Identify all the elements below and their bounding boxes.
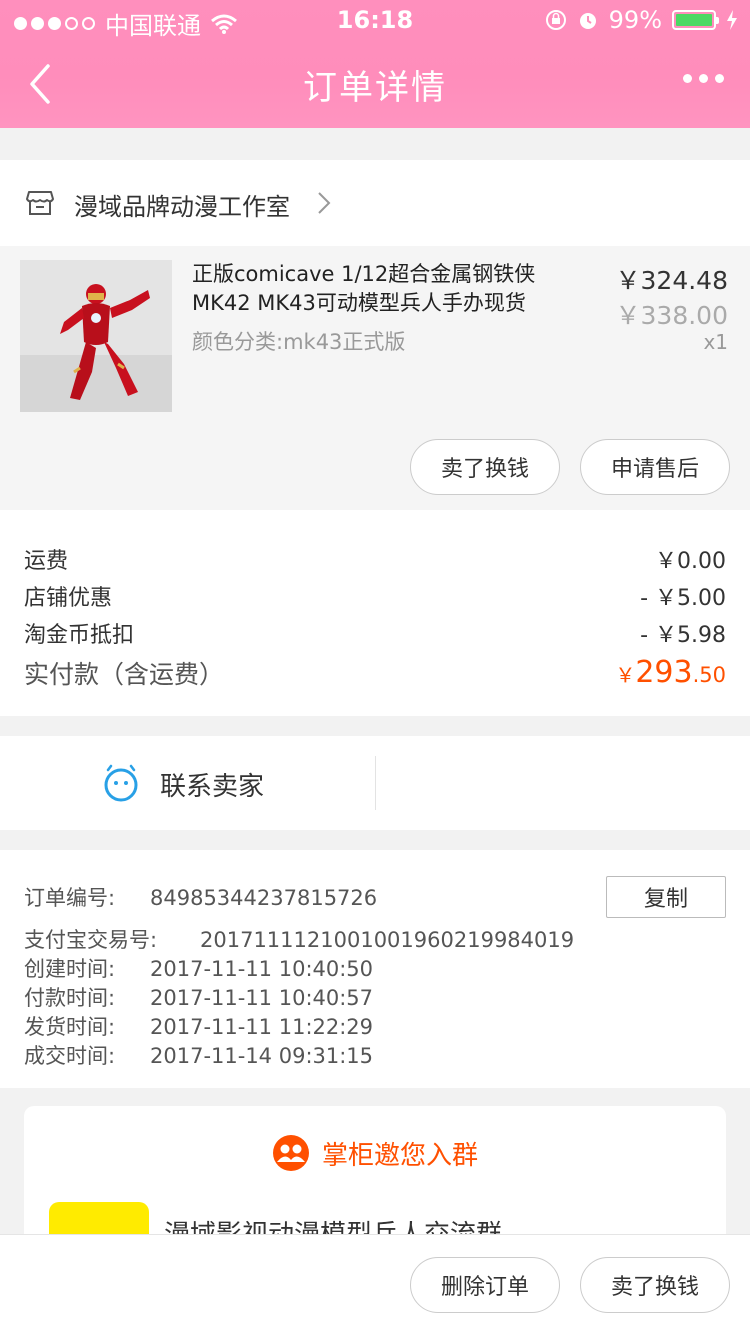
created-row: 创建时间: 2017-11-11 10:40:50 bbox=[24, 953, 373, 983]
bottom-sell-button[interactable]: 卖了换钱 bbox=[580, 1257, 730, 1313]
shipping-label: 运费 bbox=[24, 549, 69, 574]
chevron-right-icon bbox=[318, 192, 331, 214]
product-item[interactable]: 正版comicave 1/12超合金属钢铁侠MK42 MK43可动模型兵人手办现… bbox=[0, 246, 750, 510]
total-row: 实付款（含运费） ￥293.50 bbox=[24, 655, 726, 691]
completed-time: 2017-11-14 09:31:15 bbox=[150, 1044, 374, 1068]
store-discount-value: - ￥5.00 bbox=[640, 586, 726, 611]
shipped-row: 发货时间: 2017-11-11 11:22:29 bbox=[24, 1011, 373, 1041]
after-sale-button[interactable]: 申请售后 bbox=[580, 439, 730, 495]
group-icon bbox=[272, 1135, 309, 1171]
delete-order-button[interactable]: 删除订单 bbox=[410, 1257, 560, 1313]
paid-row: 付款时间: 2017-11-11 10:40:57 bbox=[24, 982, 373, 1012]
store-discount-label: 店铺优惠 bbox=[24, 586, 113, 611]
contact-seller-button[interactable]: 联系卖家 bbox=[160, 766, 264, 803]
coin-deduction-value: - ￥5.98 bbox=[640, 623, 726, 648]
paid-label: 付款时间: bbox=[24, 986, 116, 1010]
shipping-row: 运费 ￥0.00 bbox=[24, 543, 726, 575]
order-number: 84985344237815726 bbox=[150, 886, 378, 910]
order-info: 订单编号: 84985344237815726 复制 支付宝交易号: 2017111… bbox=[0, 850, 750, 1088]
alipay-label: 支付宝交易号: bbox=[24, 928, 158, 952]
paid-time: 2017-11-11 10:40:57 bbox=[150, 986, 374, 1010]
store-discount-row: 店铺优惠 - ￥5.00 bbox=[24, 580, 726, 612]
nav-bar: 订单详情 bbox=[0, 40, 750, 128]
product-price: ￥324.48 bbox=[615, 266, 728, 295]
store-icon bbox=[26, 191, 54, 215]
completed-row: 成交时间: 2017-11-14 09:31:15 bbox=[24, 1040, 373, 1070]
order-number-label: 订单编号: bbox=[24, 886, 116, 910]
shipped-label: 发货时间: bbox=[24, 1015, 116, 1039]
coin-deduction-row: 淘金币抵扣 - ￥5.98 bbox=[24, 617, 726, 649]
battery-icon bbox=[672, 10, 719, 30]
order-detail-page: 中国联通 16:18 99% 订单详情 漫域品牌动漫工作室 正版comicave… bbox=[0, 0, 750, 1334]
completed-label: 成交时间: bbox=[24, 1044, 116, 1068]
chat-icon[interactable] bbox=[102, 764, 140, 802]
product-original-price: ￥338.00 bbox=[615, 301, 728, 330]
sell-button[interactable]: 卖了换钱 bbox=[410, 439, 560, 495]
product-sku: 颜色分类:mk43正式版 bbox=[192, 330, 406, 354]
created-label: 创建时间: bbox=[24, 957, 116, 981]
shipping-value: ￥0.00 bbox=[655, 549, 726, 574]
created-time: 2017-11-11 10:40:50 bbox=[150, 957, 374, 981]
alipay-number: 2017111121001001960219984019 bbox=[200, 928, 575, 952]
alipay-row: 支付宝交易号: 2017111121001001960219984019 bbox=[24, 924, 574, 954]
total-value: ￥293.50 bbox=[615, 655, 726, 690]
page-title: 订单详情 bbox=[303, 68, 447, 108]
shipped-time: 2017-11-11 11:22:29 bbox=[150, 1015, 374, 1039]
group-invite-title: 掌柜邀您入群 bbox=[321, 1140, 478, 1171]
alarm-icon bbox=[579, 13, 596, 29]
orientation-lock-icon bbox=[545, 10, 566, 30]
contact-bar: 联系卖家 bbox=[0, 736, 750, 830]
charging-icon bbox=[727, 10, 737, 30]
total-label: 实付款（含运费） bbox=[24, 660, 225, 689]
total-integer: 293 bbox=[635, 655, 693, 690]
store-name: 漫域品牌动漫工作室 bbox=[74, 193, 290, 221]
more-icon[interactable] bbox=[683, 74, 724, 83]
status-bar: 中国联通 16:18 99% bbox=[0, 0, 750, 40]
header: 中国联通 16:18 99% 订单详情 bbox=[0, 0, 750, 128]
total-currency: ￥ bbox=[615, 663, 636, 687]
battery-percent: 99% bbox=[608, 6, 662, 34]
bottom-bar: 删除订单 卖了换钱 bbox=[0, 1234, 750, 1334]
product-title[interactable]: 正版comicave 1/12超合金属钢铁侠MK42 MK43可动模型兵人手办现… bbox=[192, 260, 592, 318]
divider bbox=[375, 756, 376, 810]
fee-summary: 运费 ￥0.00 店铺优惠 - ￥5.00 淘金币抵扣 - ￥5.98 实付款（… bbox=[0, 510, 750, 716]
coin-deduction-label: 淘金币抵扣 bbox=[24, 623, 135, 648]
product-image[interactable] bbox=[20, 260, 172, 412]
total-decimal: .50 bbox=[692, 663, 726, 687]
copy-button[interactable]: 复制 bbox=[606, 876, 726, 918]
order-number-row: 订单编号: 84985344237815726 bbox=[24, 882, 377, 912]
store-row[interactable]: 漫域品牌动漫工作室 bbox=[0, 160, 750, 246]
product-quantity: x1 bbox=[703, 330, 728, 354]
